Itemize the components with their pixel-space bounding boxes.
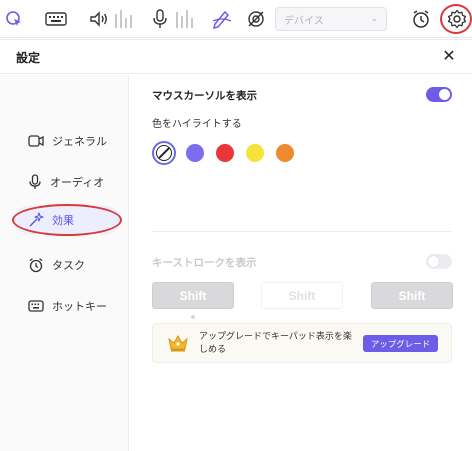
dialog-title: 設定 <box>16 51 41 65</box>
key-preview-light[interactable]: Shift <box>261 282 343 309</box>
dialog-header: 設定 ✕ <box>0 40 472 74</box>
sidebar-item-audio[interactable]: オーディオ <box>14 168 120 196</box>
upgrade-message: アップグレードでキーパッド表示を楽しめる <box>199 332 352 355</box>
keystroke-toggle[interactable] <box>426 254 452 269</box>
microphone-level-meter <box>176 10 193 28</box>
sidebar-item-label: ホットキー <box>52 300 107 313</box>
microphone-icon[interactable] <box>150 6 170 32</box>
cursor-section-title: マウスカーソルを表示 <box>152 90 257 102</box>
settings-dialog: 設定 ✕ ジェネラル オーディオ 効果 タスク ホットキー マウスカーソルを表示… <box>0 39 472 451</box>
color-swatch-orange[interactable] <box>276 144 294 162</box>
sidebar-item-label: オーディオ <box>50 176 105 189</box>
upgrade-banner: アップグレードでキーパッド表示を楽しめる アップグレード <box>152 323 452 363</box>
effects-panel: マウスカーソルを表示 色をハイライトする キーストロークを表示 Shift Sh… <box>130 75 472 451</box>
cursor-capture-icon[interactable] <box>2 6 26 32</box>
toggle-knob <box>428 256 439 267</box>
alarm-clock-icon <box>29 258 43 273</box>
color-swatch-red[interactable] <box>216 144 234 162</box>
sidebar-item-hotkeys[interactable]: ホットキー <box>14 292 120 320</box>
camera-off-icon[interactable] <box>244 6 268 32</box>
no-color-swatch[interactable] <box>152 141 176 165</box>
device-select[interactable]: デバイス ⌄ <box>275 7 387 31</box>
key-preview-dark[interactable]: Shift <box>152 282 234 309</box>
key-preview-gray[interactable]: Shift <box>371 282 453 309</box>
highlight-color-label: 色をハイライトする <box>152 119 242 130</box>
sidebar-item-label: ジェネラル <box>52 135 107 148</box>
no-color-icon <box>156 145 172 161</box>
sidebar-item-effects[interactable]: 効果 <box>14 206 120 234</box>
sidebar-item-label: 効果 <box>52 214 74 227</box>
settings-highlight-annotation <box>440 4 472 34</box>
crown-icon <box>168 334 188 352</box>
close-icon[interactable]: ✕ <box>440 47 458 65</box>
section-divider <box>152 231 452 232</box>
settings-sidebar: ジェネラル オーディオ 効果 タスク ホットキー <box>0 75 129 451</box>
sidebar-item-label: タスク <box>52 259 85 272</box>
device-select-value: デバイス <box>284 15 324 27</box>
selection-dot <box>191 315 195 319</box>
video-camera-icon <box>28 135 44 147</box>
magic-wand-icon <box>29 212 44 227</box>
alarm-clock-icon[interactable] <box>410 6 432 32</box>
color-swatch-yellow[interactable] <box>246 144 264 162</box>
keystroke-section-title: キーストロークを表示 <box>152 257 257 269</box>
toggle-knob <box>439 89 450 100</box>
pen-icon[interactable] <box>210 6 234 32</box>
speaker-level-meter <box>115 10 132 28</box>
sidebar-item-tasks[interactable]: タスク <box>14 251 120 279</box>
top-toolbar: デバイス ⌄ <box>0 0 472 38</box>
cursor-toggle[interactable] <box>426 87 452 102</box>
chevron-down-icon: ⌄ <box>370 14 378 24</box>
sidebar-item-general[interactable]: ジェネラル <box>14 127 120 155</box>
keyboard-icon[interactable] <box>44 6 68 32</box>
speaker-icon[interactable] <box>88 6 110 32</box>
color-swatch-purple[interactable] <box>186 144 204 162</box>
keyboard-icon <box>28 300 44 312</box>
upgrade-button[interactable]: アップグレード <box>363 335 438 352</box>
microphone-icon <box>29 174 41 189</box>
